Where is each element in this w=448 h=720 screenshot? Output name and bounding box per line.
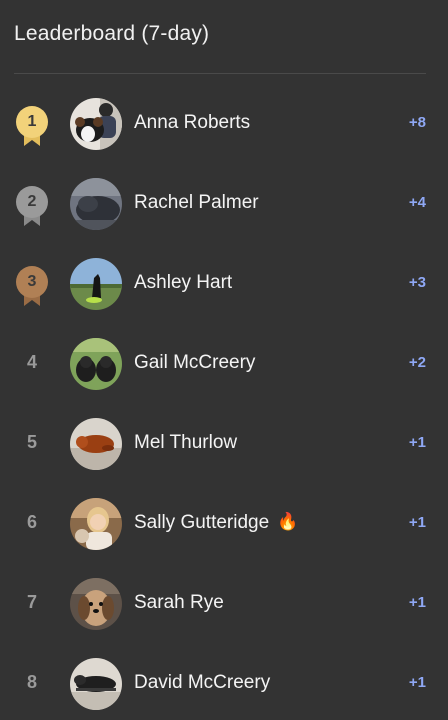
score-value: +8 bbox=[408, 114, 426, 131]
user-name: David McCreery bbox=[134, 672, 271, 693]
score-value: +3 bbox=[408, 274, 426, 291]
leaderboard-row[interactable]: 5 Mel Thurlow +1 bbox=[0, 414, 448, 474]
avatar[interactable] bbox=[70, 658, 122, 710]
score-value: +1 bbox=[408, 514, 426, 531]
rank-number: 6 bbox=[26, 512, 37, 532]
avatar[interactable] bbox=[70, 498, 122, 550]
rank-number: 8 bbox=[26, 672, 37, 692]
user-name: Anna Roberts bbox=[134, 112, 251, 133]
avatar[interactable] bbox=[70, 258, 122, 310]
fire-icon: 🔥 bbox=[277, 512, 299, 531]
avatar[interactable] bbox=[70, 578, 122, 630]
rank-number: 7 bbox=[26, 592, 37, 612]
user-name: Rachel Palmer bbox=[134, 192, 259, 213]
silver-medal-icon: 2 bbox=[14, 184, 50, 228]
user-name: Ashley Hart bbox=[134, 272, 233, 293]
rank-number: 3 bbox=[27, 273, 37, 290]
user-name: Sally Gutteridge 🔥 bbox=[134, 512, 298, 534]
rank-number: 1 bbox=[27, 113, 37, 130]
bronze-medal-icon: 3 bbox=[14, 264, 50, 308]
avatar[interactable] bbox=[70, 178, 122, 230]
leaderboard-row[interactable]: 6 Sally Gutteridge 🔥 +1 bbox=[0, 494, 448, 554]
leaderboard-panel: Leaderboard (7-day) 1 Anna Roberts +8 2 … bbox=[0, 0, 448, 720]
leaderboard-row[interactable]: 3 Ashley Hart +3 bbox=[0, 254, 448, 314]
avatar[interactable] bbox=[70, 418, 122, 470]
score-value: +4 bbox=[408, 194, 426, 211]
user-name-text: Sally Gutteridge bbox=[134, 512, 270, 533]
user-name: Mel Thurlow bbox=[134, 432, 238, 453]
rank-number: 2 bbox=[27, 193, 37, 210]
rank-number: 4 bbox=[26, 352, 37, 372]
avatar[interactable] bbox=[70, 98, 122, 150]
score-value: +1 bbox=[408, 674, 426, 691]
score-value: +1 bbox=[408, 434, 426, 451]
header-divider bbox=[14, 73, 426, 74]
leaderboard-title: Leaderboard (7-day) bbox=[14, 22, 210, 45]
leaderboard-row[interactable]: 7 Sarah Rye +1 bbox=[0, 574, 448, 634]
gold-medal-icon: 1 bbox=[14, 104, 50, 148]
user-name: Gail McCreery bbox=[134, 352, 256, 373]
score-value: +2 bbox=[408, 354, 426, 371]
score-value: +1 bbox=[408, 594, 426, 611]
rank-number: 5 bbox=[26, 432, 37, 452]
leaderboard-row[interactable]: 4 Gail McCreery +2 bbox=[0, 334, 448, 394]
leaderboard-row[interactable]: 8 David McCreery +1 bbox=[0, 654, 448, 714]
avatar[interactable] bbox=[70, 338, 122, 390]
leaderboard-row[interactable]: 2 Rachel Palmer +4 bbox=[0, 174, 448, 234]
leaderboard-row[interactable]: 1 Anna Roberts +8 bbox=[0, 94, 448, 154]
user-name: Sarah Rye bbox=[134, 592, 224, 613]
